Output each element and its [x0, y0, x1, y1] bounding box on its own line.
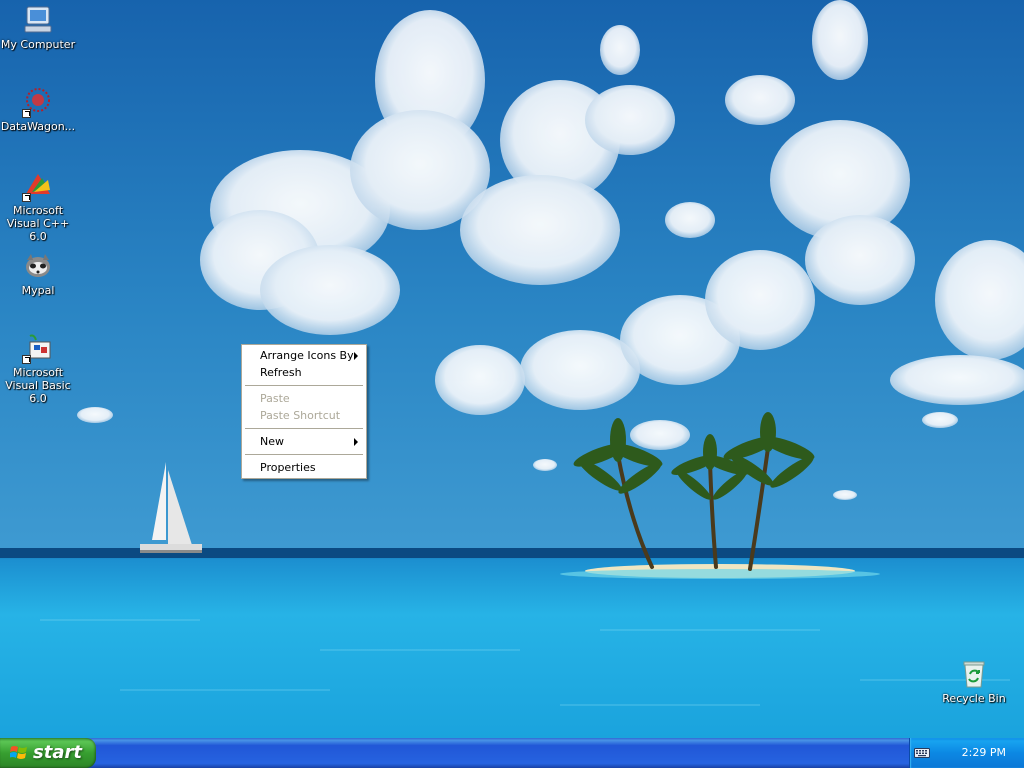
shortcut-arrow-icon [22, 109, 31, 118]
menu-item-new[interactable]: New [242, 433, 366, 450]
menu-item-paste: Paste [242, 390, 366, 407]
desktop-icon-my-computer[interactable]: My Computer [0, 4, 76, 51]
taskbar: start 2:29 PM [0, 738, 1024, 768]
shortcut-arrow-icon [22, 355, 31, 364]
menu-item-paste-shortcut: Paste Shortcut [242, 407, 366, 424]
menu-item-label: New [260, 435, 284, 448]
desktop-icon-label: Microsoft Visual C++ 6.0 [6, 204, 70, 243]
submenu-arrow-icon [354, 352, 358, 360]
desktop-icon-visual-basic[interactable]: Microsoft Visual Basic 6.0 [0, 332, 76, 405]
desktop-icon-mypal[interactable]: Mypal [0, 250, 76, 297]
visual-basic-icon [22, 332, 54, 364]
desktop-context-menu: Arrange Icons By Refresh Paste Paste Sho… [241, 344, 367, 479]
recycle-bin-icon [958, 658, 990, 690]
visual-cpp-icon [22, 170, 54, 202]
desktop-icon-visual-cpp[interactable]: Microsoft Visual C++ 6.0 [0, 170, 76, 243]
menu-separator [245, 454, 363, 455]
desktop-icon-recycle-bin[interactable]: Recycle Bin [936, 658, 1012, 705]
taskbar-clock[interactable]: 2:29 PM [962, 746, 1006, 759]
desktop-icon-label: Microsoft Visual Basic 6.0 [5, 366, 71, 405]
desktop-wallpaper [0, 0, 1024, 738]
menu-item-label: Paste [260, 392, 290, 405]
menu-item-label: Refresh [260, 366, 302, 379]
desktop-icon-label: Mypal [21, 284, 55, 297]
menu-separator [245, 385, 363, 386]
menu-item-label: Paste Shortcut [260, 409, 341, 422]
submenu-arrow-icon [354, 438, 358, 446]
keyboard-icon[interactable] [914, 747, 930, 759]
desktop-icon-label: My Computer [0, 38, 76, 51]
menu-item-arrange-icons-by[interactable]: Arrange Icons By [242, 347, 366, 364]
start-button[interactable]: start [0, 738, 96, 768]
mypal-icon [22, 250, 54, 282]
shortcut-arrow-icon [22, 193, 31, 202]
desktop-icon-datawagon[interactable]: DataWagon... [0, 86, 76, 133]
menu-item-label: Arrange Icons By [260, 349, 354, 362]
menu-item-label: Properties [260, 461, 316, 474]
start-label: start [33, 742, 82, 763]
windows-logo-icon [10, 746, 27, 759]
menu-separator [245, 428, 363, 429]
datawagon-icon [22, 86, 54, 118]
menu-item-properties[interactable]: Properties [242, 459, 366, 476]
my-computer-icon [22, 4, 54, 36]
desktop-icon-label: DataWagon... [0, 120, 76, 133]
desktop-icon-label: Recycle Bin [942, 692, 1006, 705]
menu-item-refresh[interactable]: Refresh [242, 364, 366, 381]
